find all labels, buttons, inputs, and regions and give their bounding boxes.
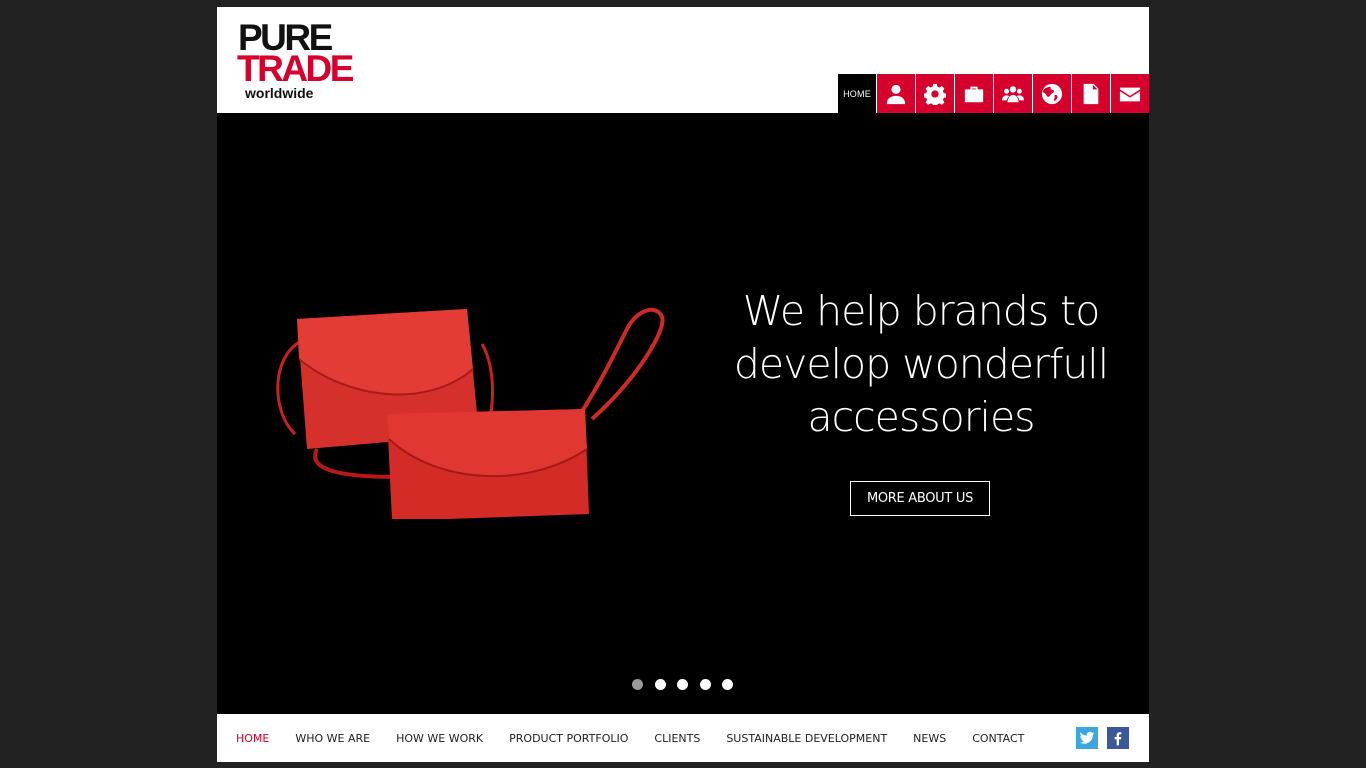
slider-dots [632, 679, 745, 690]
nav-contact-button[interactable] [1111, 74, 1149, 113]
slider-dot-3[interactable] [677, 679, 688, 690]
bottom-nav-contact[interactable]: CONTACT [972, 732, 1024, 745]
logo-line-worldwide: worldwide [245, 85, 314, 101]
globe-icon [1041, 83, 1063, 104]
gear-icon [924, 83, 946, 105]
icon-nav-home[interactable]: HOME [838, 74, 876, 113]
more-about-us-button[interactable]: MORE ABOUT US [850, 481, 990, 516]
nav-who-we-are-button[interactable] [877, 74, 915, 113]
slider-dot-5[interactable] [722, 679, 733, 690]
page: PURE TRADE worldwide HOME We help brands… [217, 7, 1149, 762]
slider-dot-1[interactable] [632, 679, 643, 690]
bottom-nav-product-portfolio[interactable]: PRODUCT PORTFOLIO [509, 732, 628, 745]
nav-portfolio-button[interactable] [955, 74, 993, 113]
product-image-handbags [276, 307, 665, 519]
bottom-nav-links: HOME WHO WE ARE HOW WE WORK PRODUCT PORT… [236, 715, 1050, 762]
facebook-icon [1114, 732, 1122, 746]
group-icon [1002, 85, 1024, 102]
icon-nav: HOME [838, 74, 1149, 113]
bottom-nav-home[interactable]: HOME [236, 732, 269, 745]
hero-slider: We help brands to develop wonderfull acc… [217, 113, 1149, 714]
slider-dot-4[interactable] [699, 679, 711, 690]
nav-news-button[interactable] [1072, 74, 1110, 113]
logo[interactable]: PURE TRADE worldwide [237, 19, 368, 101]
nav-sustainable-button[interactable] [1033, 74, 1071, 113]
logo-line-trade: TRADE [237, 48, 354, 89]
bottom-nav-sustainable-development[interactable]: SUSTAINABLE DEVELOPMENT [726, 732, 887, 745]
bottom-nav-who-we-are[interactable]: WHO WE ARE [295, 732, 370, 745]
twitter-icon [1079, 731, 1095, 744]
document-icon [1083, 83, 1099, 104]
envelope-icon [1119, 87, 1141, 101]
slider-dot-2[interactable] [654, 679, 666, 690]
bottom-nav-news[interactable]: NEWS [913, 732, 946, 745]
header: PURE TRADE worldwide HOME [217, 7, 1149, 113]
twitter-button[interactable] [1076, 727, 1098, 749]
social-links [1067, 727, 1129, 749]
bottom-nav-how-we-work[interactable]: HOW WE WORK [396, 732, 483, 745]
bottom-nav-clients[interactable]: CLIENTS [654, 732, 700, 745]
bottom-nav: HOME WHO WE ARE HOW WE WORK PRODUCT PORT… [217, 715, 1149, 762]
nav-how-we-work-button[interactable] [916, 74, 954, 113]
user-icon [886, 84, 906, 104]
facebook-button[interactable] [1107, 727, 1129, 749]
nav-clients-button[interactable] [994, 74, 1032, 113]
briefcase-icon [964, 86, 984, 102]
hero-headline: We help brands to develop wonderfull acc… [733, 287, 1109, 441]
